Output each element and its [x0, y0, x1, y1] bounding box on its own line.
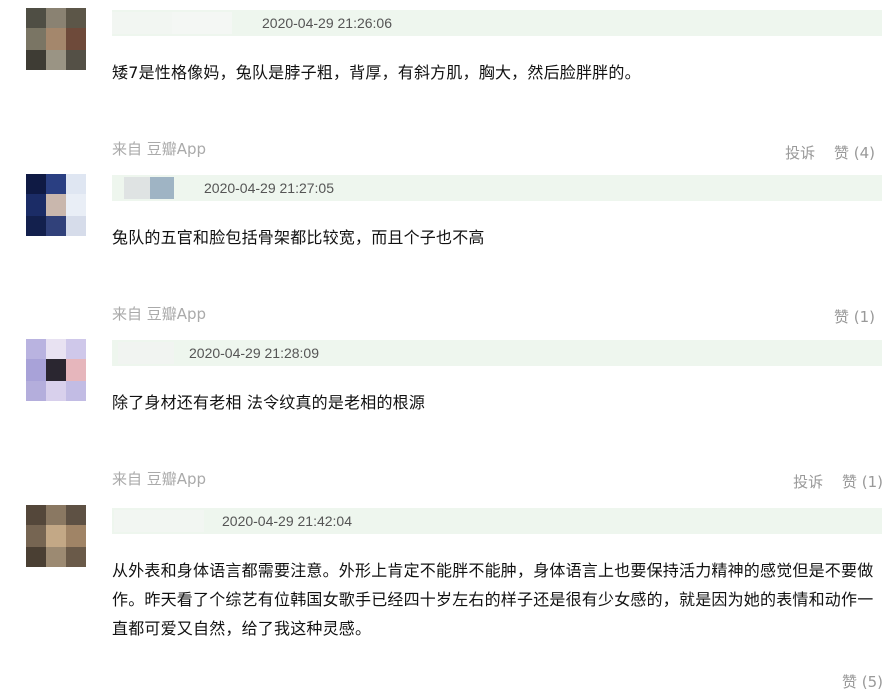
comment-source: 来自 豆瓣App: [112, 305, 207, 323]
comment-text: 兔队的五官和脸包括骨架都比较宽，而且个子也不高: [112, 228, 485, 247]
comment-actions: 投诉 赞 (4): [771, 142, 875, 163]
comment-actions: 赞 (5): [828, 671, 883, 692]
like-button[interactable]: 赞 (1): [842, 473, 883, 491]
like-button[interactable]: 赞 (5): [842, 673, 883, 691]
username[interactable]: [118, 340, 178, 366]
comment-actions: 赞 (1): [820, 306, 875, 327]
comment-source: 来自 豆瓣App: [112, 470, 207, 488]
comment-text: 矮7是性格像妈，兔队是脖子粗，背厚，有斜方肌，胸大，然后脸胖胖的。: [112, 63, 641, 82]
comment-time: 2020-04-29 21:27:05: [204, 180, 334, 196]
comment-time: 2020-04-29 21:26:06: [262, 15, 392, 31]
comment-source: 来自 豆瓣App: [112, 140, 207, 158]
comment-actions: 投诉 赞 (1): [779, 471, 883, 492]
comment-time: 2020-04-29 21:28:09: [189, 345, 319, 361]
report-link[interactable]: 投诉: [785, 144, 815, 162]
username[interactable]: [124, 175, 184, 201]
avatar[interactable]: [26, 505, 86, 567]
username[interactable]: [112, 10, 252, 36]
like-button[interactable]: 赞 (4): [834, 144, 875, 162]
avatar[interactable]: [26, 174, 86, 236]
comment-time: 2020-04-29 21:42:04: [222, 513, 352, 529]
username[interactable]: [114, 508, 214, 534]
report-link[interactable]: 投诉: [793, 473, 823, 491]
like-button[interactable]: 赞 (1): [834, 308, 875, 326]
avatar[interactable]: [26, 339, 86, 401]
comment-text: 从外表和身体语言都需要注意。外形上肯定不能胖不能肿，身体语言上也要保持活力精神的…: [112, 561, 874, 638]
comment-text: 除了身材还有老相 法令纹真的是老相的根源: [112, 393, 426, 412]
avatar[interactable]: [26, 8, 86, 70]
